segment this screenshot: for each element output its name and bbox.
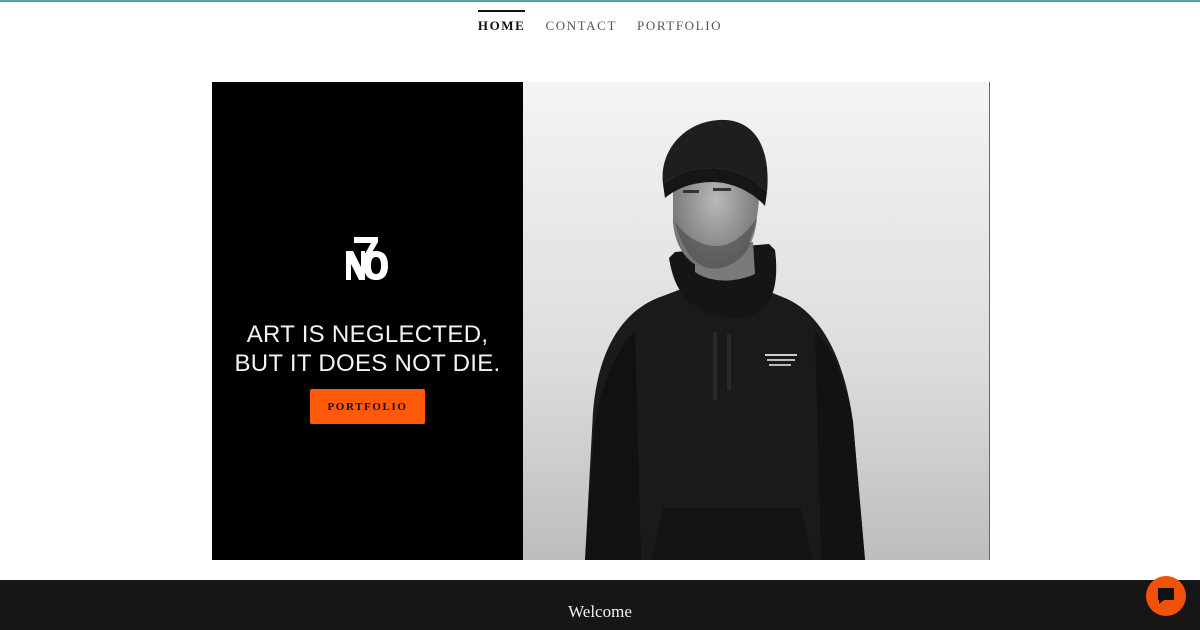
hero-text-panel: ART IS NEGLECTED, BUT IT DOES NOT DIE. P… — [212, 82, 523, 560]
chat-bubble-icon — [1158, 588, 1174, 604]
brand-logo — [342, 234, 392, 284]
hero-headline: ART IS NEGLECTED, BUT IT DOES NOT DIE. — [212, 320, 523, 378]
nav-item-portfolio[interactable]: PORTFOLIO — [627, 10, 732, 34]
nav-item-contact[interactable]: CONTACT — [535, 10, 627, 34]
chat-button[interactable] — [1146, 576, 1186, 616]
portfolio-button[interactable]: PORTFOLIO — [310, 389, 425, 424]
welcome-heading: Welcome — [568, 602, 632, 621]
hero-photo — [523, 82, 990, 560]
main-nav: HOME CONTACT PORTFOLIO — [0, 10, 1200, 34]
portrait-image — [523, 82, 989, 560]
hero-section: ART IS NEGLECTED, BUT IT DOES NOT DIE. P… — [212, 82, 990, 560]
headline-line-1: ART IS NEGLECTED, — [246, 321, 489, 348]
headline-line-2: BUT IT DOES NOT DIE. — [234, 350, 501, 377]
top-accent-line — [0, 0, 1200, 2]
nav-item-home[interactable]: HOME — [468, 10, 536, 34]
